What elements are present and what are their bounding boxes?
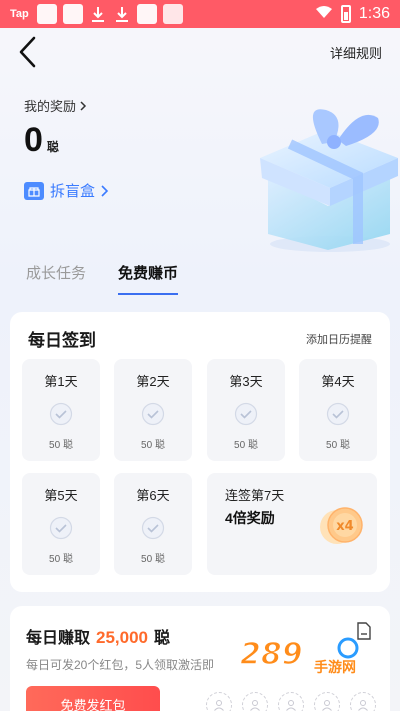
avatar-slots <box>206 692 376 711</box>
day-label: 第1天 <box>44 374 78 389</box>
coin-badge-text: x4 <box>336 519 353 534</box>
rewards-label: 我的奖励 <box>24 99 77 114</box>
check-circle-icon <box>141 516 165 540</box>
day-label: 第3天 <box>229 374 263 389</box>
day-amount: 50 聪 <box>234 440 258 451</box>
wifi-icon <box>315 5 333 24</box>
tab-growth-tasks[interactable]: 成长任务 <box>26 262 86 295</box>
check-circle-icon <box>234 402 258 426</box>
chevron-right-icon <box>80 100 87 111</box>
earn-amount: 25,000 <box>96 628 149 647</box>
user-icon <box>286 700 296 711</box>
battery-icon <box>340 5 351 23</box>
coin-x4-icon: x4 <box>320 507 363 544</box>
day-label: 第4天 <box>321 374 355 389</box>
notification-icon <box>162 4 183 24</box>
rules-link[interactable]: 详细规则 <box>330 43 382 62</box>
watermark-text: 手游网 <box>314 660 356 676</box>
header: 详细规则 <box>0 28 400 76</box>
check-circle-icon <box>141 402 165 426</box>
blindbox-link[interactable]: 拆盲盒 <box>24 180 109 201</box>
day-amount: 50 聪 <box>49 440 73 451</box>
day-card[interactable]: 第3天 50 聪 <box>207 359 285 461</box>
calendar-reminder-link[interactable]: 添加日历提醒 <box>306 331 372 347</box>
download-icon <box>89 4 107 24</box>
tab-free-coins[interactable]: 免费赚币 <box>118 262 179 295</box>
day-card[interactable]: 第1天 50 聪 <box>22 359 100 461</box>
user-icon <box>358 700 368 711</box>
status-bar: Tap 1:36 <box>0 0 400 28</box>
check-circle-icon <box>49 516 73 540</box>
day-card[interactable]: 第2天 50 聪 <box>114 359 192 461</box>
back-button[interactable] <box>18 32 48 72</box>
blindbox-label: 拆盲盒 <box>50 183 96 200</box>
earn-unit: 聪 <box>154 630 171 647</box>
day-amount: 50 聪 <box>141 554 165 565</box>
clock: 1:36 <box>358 5 390 22</box>
day-amount: 50 聪 <box>49 554 73 565</box>
daily-sign-card: 每日签到 添加日历提醒 第1天 50 聪 第2天 50 聪 第3天 50 聪 第… <box>10 312 390 592</box>
avatar-slot <box>242 692 268 711</box>
tap-badge: Tap <box>10 8 29 20</box>
day-label: 第5天 <box>44 488 78 503</box>
avatar-slot <box>350 692 376 711</box>
notification-icon <box>36 4 57 24</box>
day-card[interactable]: 第4天 50 聪 <box>299 359 377 461</box>
daily-sign-title: 每日签到 <box>28 331 96 350</box>
day-label: 第2天 <box>136 374 170 389</box>
check-circle-icon <box>49 402 73 426</box>
notification-icon <box>136 4 157 24</box>
chevron-left-icon <box>19 36 36 68</box>
avatar-slot <box>314 692 340 711</box>
notification-icon <box>62 4 83 24</box>
earn-title: 每日赚取 <box>26 630 91 647</box>
avatar-slot <box>278 692 304 711</box>
download-icon <box>113 4 131 24</box>
avatar-slot <box>206 692 232 711</box>
day7-card[interactable]: 连签第7天 4倍奖励 x4 <box>207 473 377 575</box>
gift-illustration <box>260 109 398 252</box>
day-amount: 50 聪 <box>326 440 350 451</box>
check-circle-icon <box>326 402 350 426</box>
gift-box-icon <box>24 181 44 200</box>
send-red-packet-button[interactable]: 免费发红包 <box>26 686 160 711</box>
user-icon <box>322 700 332 711</box>
day-label: 第6天 <box>136 488 170 503</box>
day-amount: 50 聪 <box>141 440 165 451</box>
user-icon <box>250 700 260 711</box>
rewards-value: 0 <box>24 121 43 159</box>
watermark-number: 289 <box>240 637 303 672</box>
rewards-label-row[interactable]: 我的奖励 <box>24 96 87 115</box>
rewards-section: 我的奖励 0 聪 <box>24 96 87 160</box>
tab-bar: 成长任务 免费赚币 <box>26 262 179 295</box>
watermark-logo: 289 <box>239 636 359 673</box>
day7-label: 连签第7天 <box>225 488 285 503</box>
rewards-unit: 聪 <box>46 140 59 154</box>
user-icon <box>214 700 224 711</box>
chevron-right-icon <box>101 184 109 197</box>
day-card[interactable]: 第6天 50 聪 <box>114 473 192 575</box>
day-card[interactable]: 第5天 50 聪 <box>22 473 100 575</box>
